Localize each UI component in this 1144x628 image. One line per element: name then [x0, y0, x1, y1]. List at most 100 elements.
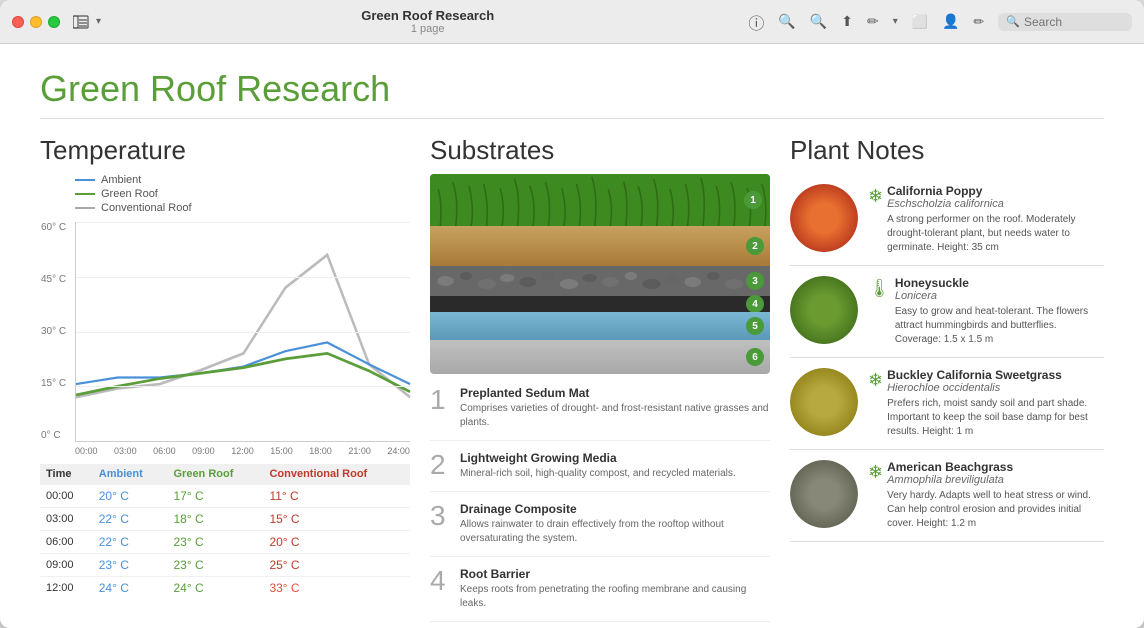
plant-sci-name: Lonicera	[895, 290, 1104, 302]
temperature-chart: 60° C 45° C 30° C 15° C 0° C	[75, 222, 410, 442]
substrate-number: 2	[430, 451, 450, 479]
badge-1: 1	[744, 191, 762, 209]
table-cell: 20° C	[93, 485, 168, 508]
ambient-label: Ambient	[101, 174, 141, 186]
conventional-line	[75, 207, 95, 209]
plant-image	[790, 368, 858, 436]
plant-info: Buckley California Sweetgrass Hierochloe…	[887, 368, 1104, 439]
maximize-button[interactable]	[48, 16, 60, 28]
chevron-down-icon[interactable]: ▾	[96, 16, 101, 27]
badge-5: 5	[746, 317, 764, 335]
plant-notes-section: Plant Notes ❄ California Poppy Eschschol…	[790, 135, 1104, 628]
plant-name: California Poppy	[887, 184, 1104, 198]
gridline-45	[76, 277, 410, 278]
layer-6-visual: 6	[430, 340, 770, 374]
table-row: 06:0022° C23° C20° C	[40, 531, 410, 554]
close-button[interactable]	[12, 16, 24, 28]
plant-name: Honeysuckle	[895, 276, 1104, 290]
plant-info: California Poppy Eschscholzia californic…	[887, 184, 1104, 255]
plant-notes-list: ❄ California Poppy Eschscholzia californ…	[790, 174, 1104, 542]
table-cell: 00:00	[40, 485, 93, 508]
substrate-items: 1 Preplanted Sedum Mat Comprises varieti…	[430, 386, 770, 622]
plant-image	[790, 276, 858, 344]
search-icon: 🔍	[1006, 15, 1020, 28]
plant-sci-name: Hierochloe occidentalis	[887, 382, 1104, 394]
substrate-item: 2 Lightweight Growing Media Mineral-rich…	[430, 451, 770, 492]
share-icon[interactable]: ⬆	[841, 13, 853, 30]
markup-icon[interactable]: ✏	[973, 14, 984, 30]
substrate-title: Drainage Composite	[460, 502, 770, 516]
zoom-in-icon[interactable]: 🔍	[810, 13, 827, 30]
gridline-60	[76, 222, 410, 223]
col-greenroof: Green Roof	[167, 464, 263, 485]
plant-icon: ❄	[868, 370, 883, 391]
x-axis-labels: 00:00 03:00 06:00 09:00 12:00 15:00 18:0…	[75, 446, 410, 456]
traffic-lights	[12, 16, 60, 28]
plant-desc: A strong performer on the roof. Moderate…	[887, 213, 1104, 255]
table-cell: 17° C	[167, 485, 263, 508]
plant-icon: ❄	[868, 186, 883, 207]
badge-6: 6	[746, 348, 764, 366]
titlebar: ▾ Green Roof Research 1 page ⓘ 🔍 🔍 ⬆ ✏ ▾…	[0, 0, 1144, 44]
chevron-tools-icon[interactable]: ▾	[893, 16, 898, 27]
substrate-number: 3	[430, 502, 450, 530]
table-cell: 20° C	[263, 531, 410, 554]
plant-item: 🌡 Honeysuckle Lonicera Easy to grow and …	[790, 266, 1104, 358]
search-bar[interactable]: 🔍	[998, 13, 1132, 31]
substrate-text: Lightweight Growing Media Mineral-rich s…	[460, 451, 736, 481]
ambient-line	[75, 179, 95, 181]
substrates-section: Substrates	[430, 135, 770, 628]
plant-content: ❄ Buckley California Sweetgrass Hierochl…	[868, 368, 1104, 439]
plant-item: ❄ California Poppy Eschscholzia californ…	[790, 174, 1104, 266]
plant-content: 🌡 Honeysuckle Lonicera Easy to grow and …	[868, 276, 1104, 347]
substrate-title: Root Barrier	[460, 567, 770, 581]
table-cell: 23° C	[167, 531, 263, 554]
table-row: 00:0020° C17° C11° C	[40, 485, 410, 508]
y-axis-labels: 60° C 45° C 30° C 15° C 0° C	[41, 222, 66, 441]
main-window: ▾ Green Roof Research 1 page ⓘ 🔍 🔍 ⬆ ✏ ▾…	[0, 0, 1144, 628]
substrate-title: Lightweight Growing Media	[460, 451, 736, 465]
plant-image	[790, 184, 858, 252]
zoom-out-icon[interactable]: 🔍	[778, 13, 795, 30]
titlebar-info: Green Roof Research 1 page	[107, 8, 748, 35]
plant-item: ❄ American Beachgrass Ammophila brevilig…	[790, 450, 1104, 542]
temperature-title: Temperature	[40, 135, 410, 166]
table-row: 09:0023° C23° C25° C	[40, 554, 410, 577]
badge-2: 2	[746, 237, 764, 255]
chart-legend: Ambient Green Roof Conventional Roof	[75, 174, 410, 214]
titlebar-title: Green Roof Research	[361, 8, 494, 23]
col-ambient: Ambient	[93, 464, 168, 485]
substrate-number: 1	[430, 386, 450, 414]
table-cell: 12:00	[40, 577, 93, 600]
pen-icon[interactable]: ✏	[867, 13, 879, 30]
sidebar-toggle-button[interactable]	[70, 11, 92, 33]
substrate-number: 4	[430, 567, 450, 595]
person-icon[interactable]: 👤	[942, 13, 959, 30]
col-conventional: Conventional Roof	[263, 464, 410, 485]
minimize-button[interactable]	[30, 16, 42, 28]
plant-item: ❄ Buckley California Sweetgrass Hierochl…	[790, 358, 1104, 450]
info-icon[interactable]: ⓘ	[748, 10, 764, 34]
plant-icon: ❄	[868, 462, 883, 483]
table-cell: 22° C	[93, 531, 168, 554]
search-input[interactable]	[1024, 15, 1124, 29]
layer-2-visual: 2	[430, 226, 770, 266]
col-time: Time	[40, 464, 93, 485]
layer-4-visual: 4	[430, 296, 770, 312]
new-window-icon[interactable]: ⬜	[912, 14, 928, 30]
titlebar-subtitle: 1 page	[411, 23, 445, 35]
table-cell: 06:00	[40, 531, 93, 554]
gridline-30	[76, 332, 410, 333]
substrate-text: Preplanted Sedum Mat Comprises varieties…	[460, 386, 770, 430]
badge-3: 3	[746, 272, 764, 290]
table-cell: 24° C	[167, 577, 263, 600]
substrate-text: Drainage Composite Allows rainwater to d…	[460, 502, 770, 546]
page-title: Green Roof Research	[40, 68, 1104, 119]
conventional-label: Conventional Roof	[101, 202, 192, 214]
legend-ambient: Ambient	[75, 174, 410, 186]
plant-name: Buckley California Sweetgrass	[887, 368, 1104, 382]
plant-image	[790, 460, 858, 528]
plant-desc: Prefers rich, moist sandy soil and part …	[887, 397, 1104, 439]
table-cell: 15° C	[263, 508, 410, 531]
plant-desc: Easy to grow and heat-tolerant. The flow…	[895, 305, 1104, 347]
